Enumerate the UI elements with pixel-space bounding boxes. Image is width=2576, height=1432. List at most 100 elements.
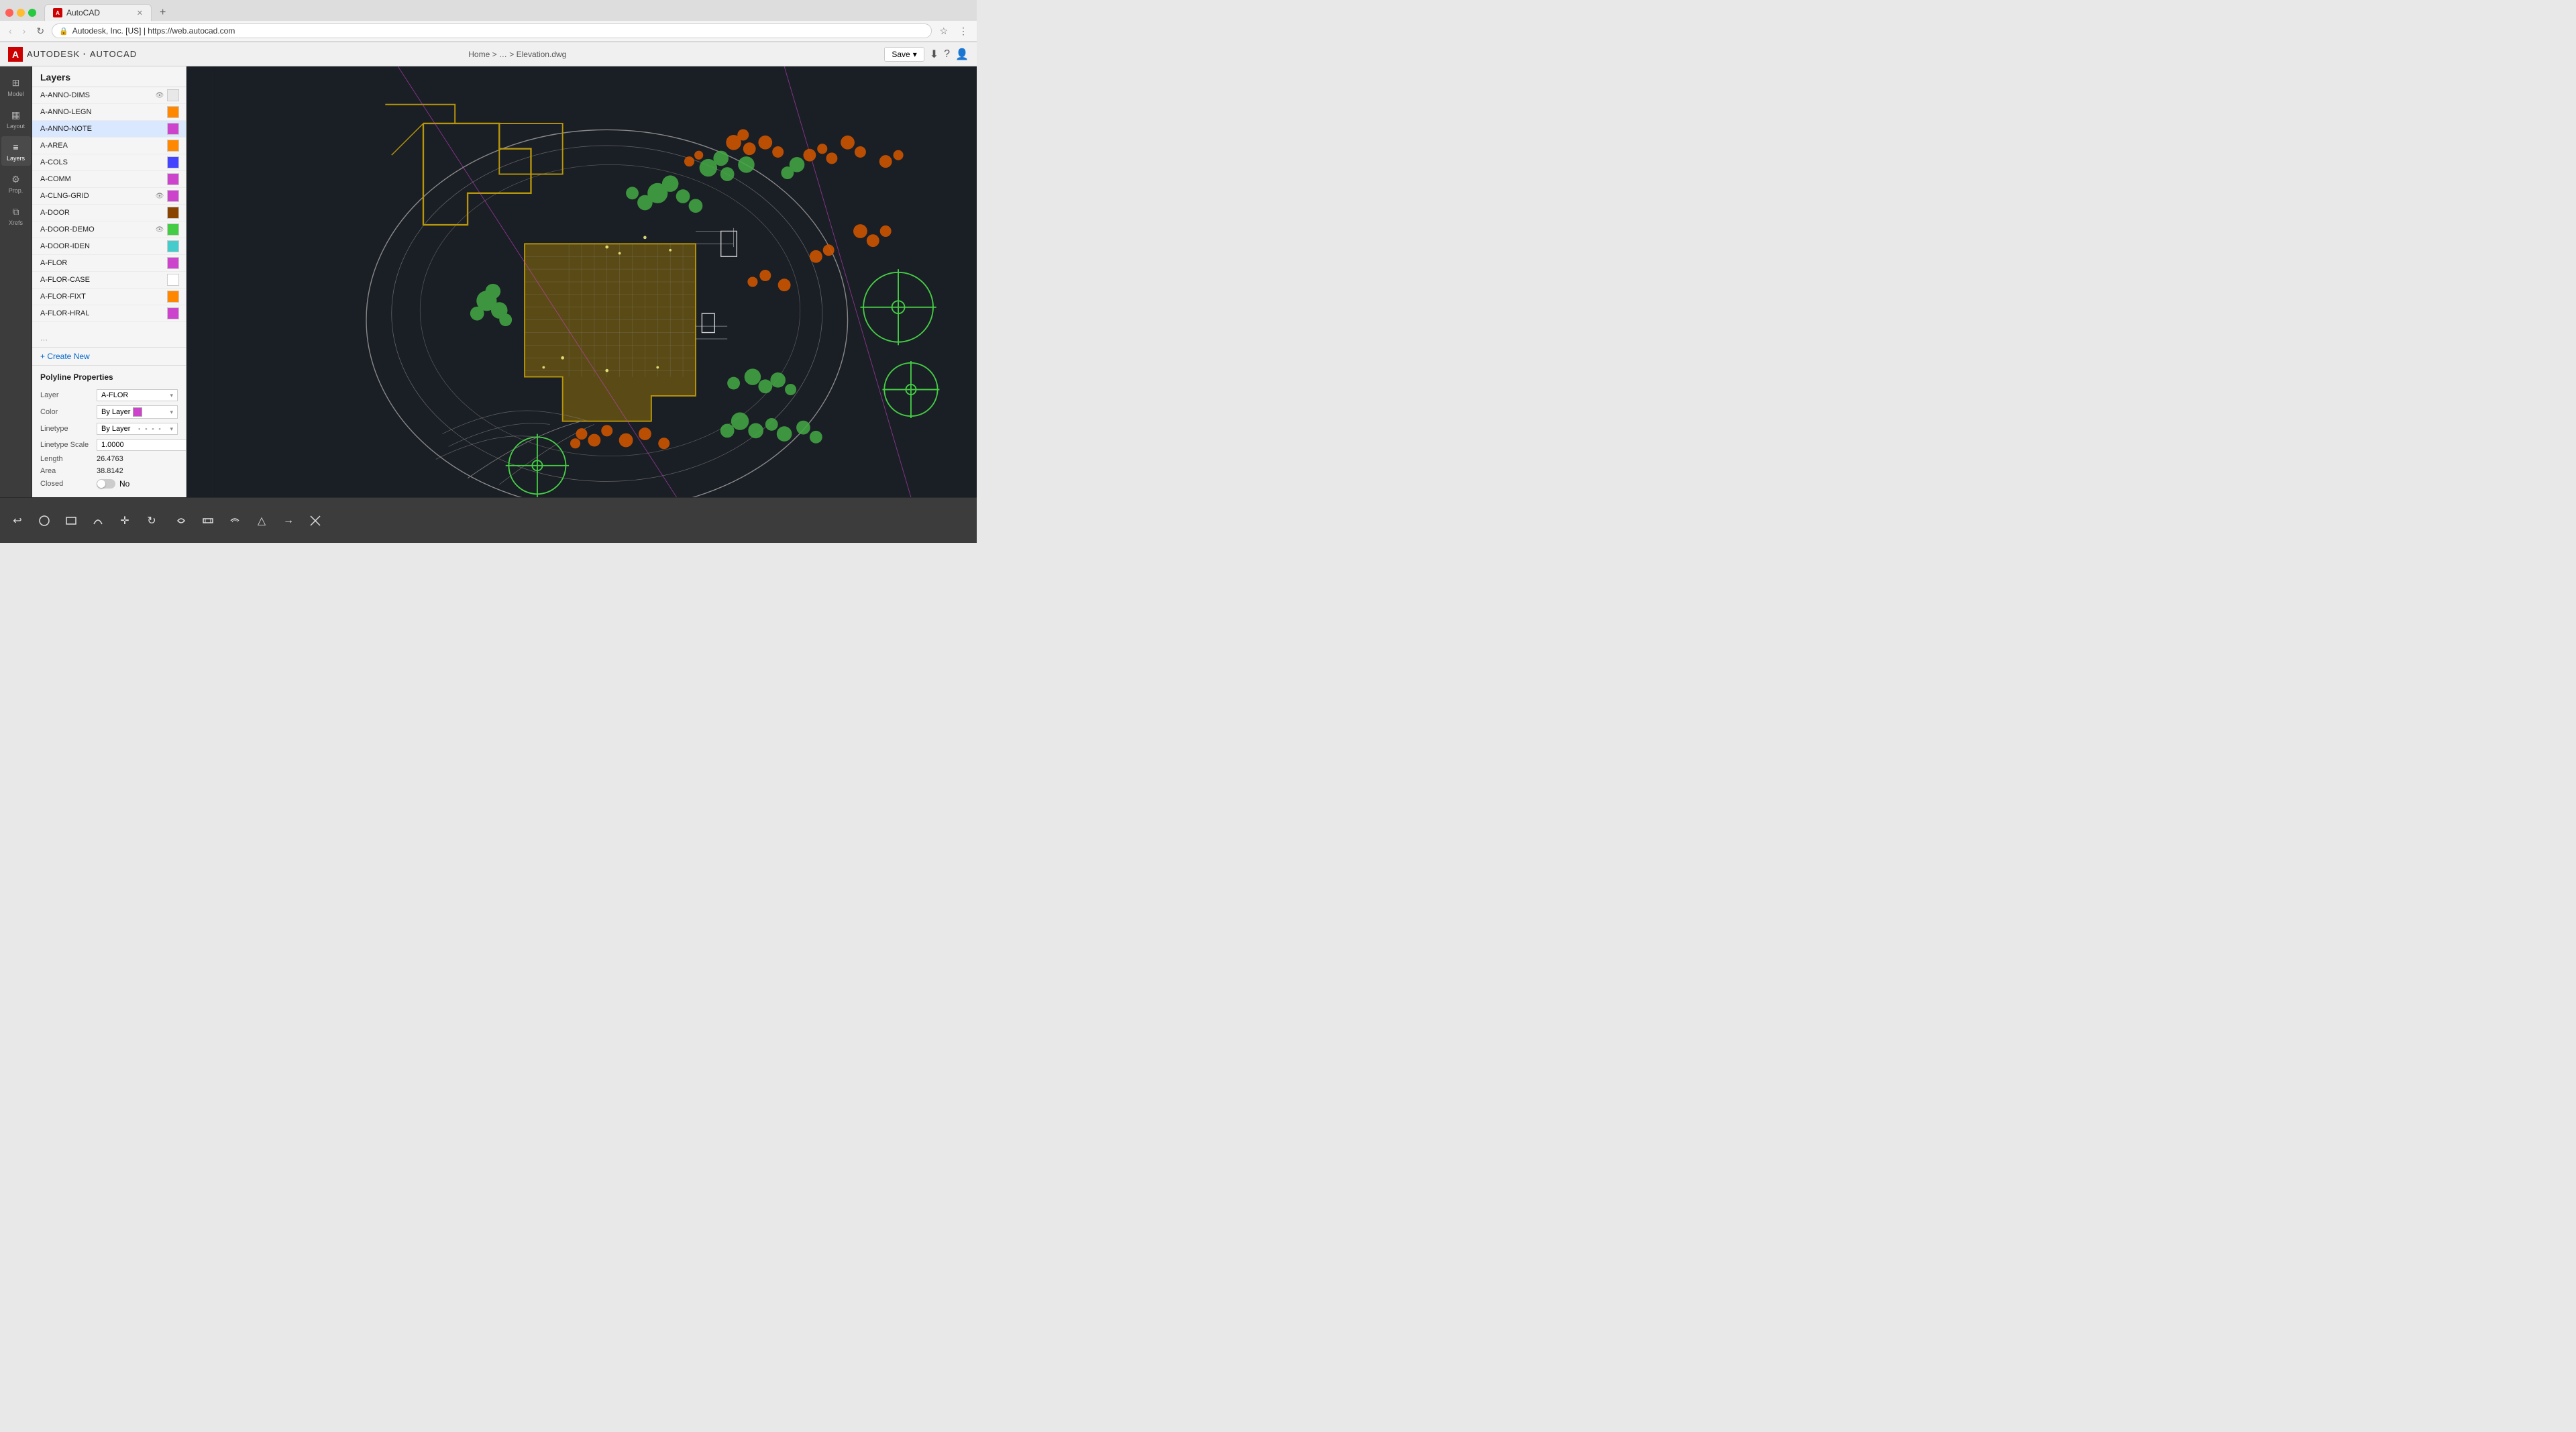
- sidebar-item-props[interactable]: ⚙ Prop.: [1, 168, 31, 198]
- sidebar-label-model: Model: [7, 91, 24, 97]
- layer-color-swatch[interactable]: [167, 89, 179, 101]
- layer-color-swatch[interactable]: [167, 173, 179, 185]
- layer-name: A-AREA: [40, 142, 164, 150]
- create-new-layer-button[interactable]: + Create New: [32, 347, 186, 365]
- undo-tool[interactable]: ↩: [5, 511, 30, 530]
- rectangle-tool[interactable]: [59, 511, 83, 530]
- address-bar[interactable]: 🔒 Autodesk, Inc. [US] | https://web.auto…: [52, 23, 932, 38]
- reload-button[interactable]: ↻: [33, 24, 48, 38]
- layers-icon: ≡: [9, 140, 23, 154]
- layer-item[interactable]: A-CLNG-GRID👁: [32, 188, 186, 205]
- sidebar-item-layout[interactable]: ▦ Layout: [1, 104, 31, 134]
- properties-title: Polyline Properties: [32, 372, 186, 387]
- offset-tool[interactable]: [223, 511, 247, 530]
- layer-item[interactable]: A-ANNO-DIMS👁: [32, 87, 186, 104]
- layer-color-swatch[interactable]: [167, 274, 179, 286]
- move-tool[interactable]: ✛: [113, 511, 137, 530]
- help-button[interactable]: ?: [944, 48, 950, 60]
- cad-drawing-svg: [186, 66, 977, 497]
- layer-name: A-ANNO-NOTE: [40, 125, 164, 133]
- layer-color-swatch[interactable]: [167, 140, 179, 152]
- more-button[interactable]: ···: [32, 334, 186, 347]
- active-tab[interactable]: A AutoCAD ✕: [44, 4, 152, 21]
- layer-color-swatch[interactable]: [167, 123, 179, 135]
- triangle-tool[interactable]: △: [250, 511, 274, 530]
- linetype-prop-select[interactable]: By Layer - - - - ▾: [97, 423, 178, 435]
- sidebar-item-model[interactable]: ⊞ Model: [1, 72, 31, 101]
- linetype-scale-input[interactable]: [97, 439, 186, 451]
- layer-item[interactable]: A-ANNO-LEGN: [32, 104, 186, 121]
- lasso-tool[interactable]: [169, 511, 193, 530]
- autocad-app: A AUTODESK · AUTOCAD Home > … > Elevatio…: [0, 42, 977, 543]
- layer-item[interactable]: A-FLOR-HRAL: [32, 305, 186, 322]
- properties-panel: Polyline Properties Layer A-FLOR ▾ Color…: [32, 365, 186, 497]
- drawing-canvas[interactable]: [186, 66, 977, 497]
- logo-text: AUTODESK · AUTOCAD: [27, 49, 137, 59]
- canvas-area[interactable]: [186, 66, 977, 497]
- rotate-tool[interactable]: ↻: [140, 511, 164, 530]
- layer-color-swatch[interactable]: [167, 223, 179, 236]
- layer-color-swatch[interactable]: [167, 156, 179, 168]
- layer-color-swatch[interactable]: [167, 190, 179, 202]
- linetype-scale-property-row: Linetype Scale: [32, 437, 186, 453]
- new-tab-button[interactable]: +: [154, 5, 171, 20]
- layer-color-swatch[interactable]: [167, 106, 179, 118]
- layer-item[interactable]: A-FLOR-FIXT: [32, 289, 186, 305]
- layer-color-swatch[interactable]: [167, 307, 179, 319]
- layer-name: A-ANNO-DIMS: [40, 91, 152, 99]
- layer-item[interactable]: A-DOOR-DEMO👁: [32, 221, 186, 238]
- layer-item[interactable]: A-AREA: [32, 138, 186, 154]
- app-header: A AUTODESK · AUTOCAD Home > … > Elevatio…: [0, 42, 977, 66]
- layer-color-swatch[interactable]: [167, 240, 179, 252]
- left-panel: Layers A-ANNO-DIMS👁A-ANNO-LEGNA-ANNO-NOT…: [32, 66, 186, 497]
- layer-item[interactable]: A-DOOR-IDEN: [32, 238, 186, 255]
- closed-toggle[interactable]: No: [97, 479, 129, 489]
- tab-close-button[interactable]: ✕: [137, 9, 143, 17]
- arrow-tool[interactable]: →: [276, 511, 301, 530]
- layer-color-swatch[interactable]: [167, 291, 179, 303]
- sidebar-item-xrefs[interactable]: ⧉ Xrefs: [1, 201, 31, 230]
- linetype-select-arrow: ▾: [170, 425, 173, 433]
- back-button[interactable]: ‹: [5, 24, 15, 38]
- measure-tool[interactable]: [196, 511, 220, 530]
- toggle-track[interactable]: [97, 479, 115, 489]
- layer-name: A-FLOR-FIXT: [40, 293, 164, 301]
- length-prop-value: 26.4763: [97, 455, 178, 463]
- layer-item[interactable]: A-FLOR-CASE: [32, 272, 186, 289]
- color-prop-select[interactable]: By Layer ▾: [97, 405, 178, 419]
- layer-item[interactable]: A-FLOR: [32, 255, 186, 272]
- props-icon: ⚙: [9, 172, 23, 186]
- arc-tool[interactable]: [86, 511, 110, 530]
- toolbar-group-2: △ →: [169, 511, 327, 530]
- close-button[interactable]: [5, 9, 13, 17]
- download-button[interactable]: ⬇: [930, 48, 938, 61]
- layer-item[interactable]: A-COLS: [32, 154, 186, 171]
- linetype-dashes: - - - -: [133, 425, 167, 433]
- sidebar-item-layers[interactable]: ≡ Layers: [1, 136, 31, 166]
- minimize-button[interactable]: [17, 9, 25, 17]
- layers-list: A-ANNO-DIMS👁A-ANNO-LEGNA-ANNO-NOTEA-AREA…: [32, 87, 186, 334]
- user-button[interactable]: 👤: [955, 48, 969, 61]
- bookmark-button[interactable]: ☆: [936, 24, 951, 38]
- layer-visibility-icon[interactable]: 👁: [155, 225, 164, 234]
- trim-tool[interactable]: [303, 511, 327, 530]
- layers-panel-header: Layers: [32, 66, 186, 87]
- toggle-thumb: [97, 480, 105, 488]
- layer-visibility-icon[interactable]: 👁: [155, 191, 164, 201]
- layer-prop-select[interactable]: A-FLOR ▾: [97, 389, 178, 401]
- browser-chrome: A AutoCAD ✕ + ‹ › ↻ 🔒 Autodesk, Inc. [US…: [0, 0, 977, 42]
- layer-color-swatch[interactable]: [167, 257, 179, 269]
- layer-item[interactable]: A-ANNO-NOTE: [32, 121, 186, 138]
- layer-item[interactable]: A-DOOR: [32, 205, 186, 221]
- maximize-button[interactable]: [28, 9, 36, 17]
- menu-button[interactable]: ⋮: [955, 24, 971, 38]
- closed-value: No: [119, 479, 129, 489]
- forward-button[interactable]: ›: [19, 24, 30, 38]
- save-button[interactable]: Save ▾: [884, 47, 924, 62]
- layer-visibility-icon[interactable]: 👁: [155, 91, 164, 100]
- layer-color-swatch[interactable]: [167, 207, 179, 219]
- linetype-property-row: Linetype By Layer - - - - ▾: [32, 421, 186, 437]
- circle-tool[interactable]: [32, 511, 56, 530]
- sidebar-label-layers: Layers: [7, 155, 25, 162]
- layer-item[interactable]: A-COMM: [32, 171, 186, 188]
